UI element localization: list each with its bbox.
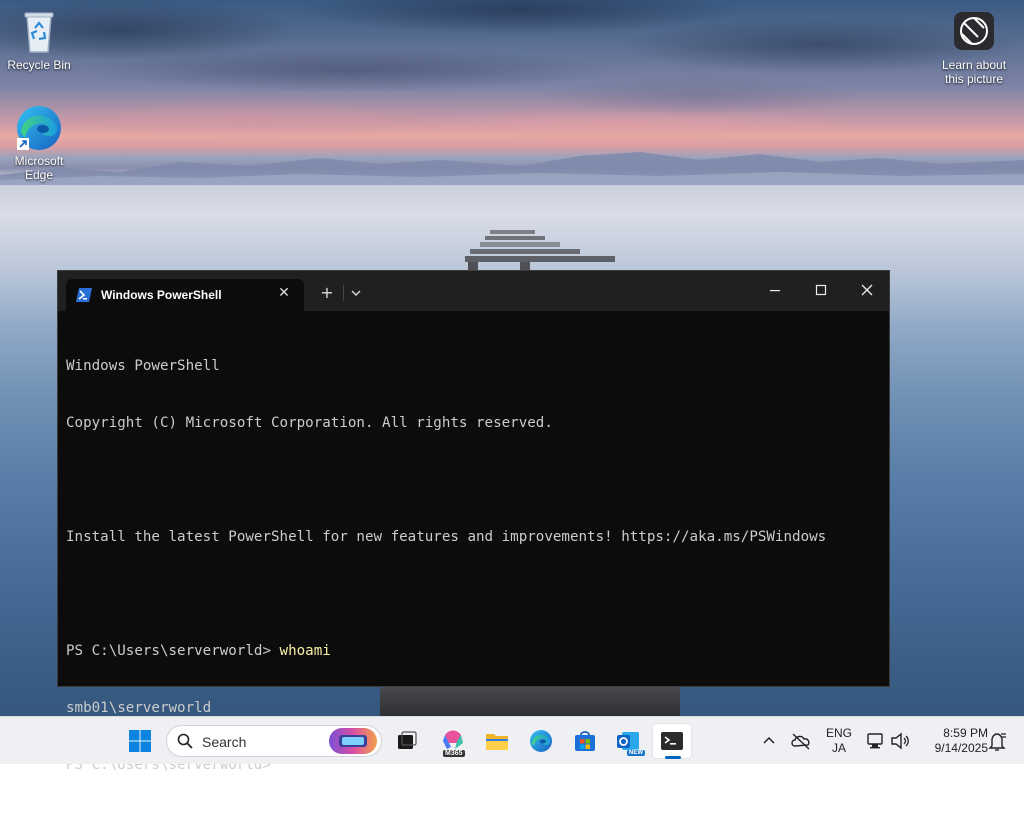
wallpaper-sky	[0, 0, 1024, 150]
minimize-button[interactable]	[752, 271, 798, 311]
outlook-badge: NEW	[627, 750, 645, 756]
desktop-icon-label: Learn about this picture	[941, 58, 1007, 86]
terminal-icon	[660, 729, 684, 753]
store-button[interactable]	[565, 723, 605, 759]
search-box[interactable]: Search	[166, 725, 382, 757]
notification-bell-icon[interactable]	[986, 731, 1008, 753]
m365-badge: M365	[443, 750, 465, 757]
search-icon	[177, 733, 193, 753]
folder-icon	[485, 729, 509, 753]
console-line: Windows PowerShell	[66, 358, 220, 374]
network-icon[interactable]	[866, 731, 886, 751]
desktop-icon-recycle-bin[interactable]: Recycle Bin	[1, 8, 77, 72]
edge-icon	[15, 104, 63, 152]
terminal-window[interactable]: Windows PowerShell ✕ + Windows PowerShel…	[57, 270, 890, 773]
clock-date: 9/14/2025	[934, 741, 988, 755]
search-placeholder: Search	[202, 734, 247, 750]
show-hidden-icons-chevron-icon[interactable]	[760, 731, 778, 751]
dropdown-chevron-icon[interactable]	[342, 279, 370, 307]
clock[interactable]: 8:59 PM 9/14/2025	[918, 726, 988, 756]
prompt: PS C:\Users\serverworld>	[66, 643, 280, 659]
task-view-icon	[395, 729, 419, 753]
close-button[interactable]	[844, 271, 890, 311]
windows-logo-icon	[128, 729, 152, 753]
wallpaper-pier	[465, 230, 615, 270]
console-output[interactable]: Windows PowerShell Copyright (C) Microso…	[66, 319, 881, 773]
outlook-button[interactable]: NEW	[608, 723, 648, 759]
console-prompt-line: PS C:\Users\serverworld> whoami	[66, 642, 881, 661]
tab-windows-powershell[interactable]: Windows PowerShell ✕	[66, 279, 304, 311]
volume-icon[interactable]	[890, 731, 912, 751]
onedrive-offline-icon[interactable]	[790, 731, 812, 751]
desktop-icon-edge[interactable]: Microsoft Edge	[1, 104, 77, 182]
desktop-icon-label: Recycle Bin	[7, 58, 71, 72]
language-indicator[interactable]: ENG JA	[822, 726, 856, 756]
title-bar[interactable]: Windows PowerShell ✕ +	[58, 271, 889, 311]
terminal-taskbar-button[interactable]	[652, 723, 692, 759]
tab-close-icon[interactable]: ✕	[276, 285, 292, 301]
maximize-button[interactable]	[798, 271, 844, 311]
wallpaper-mountains	[0, 152, 1024, 185]
taskbar: Search M365 NEW ENG JA 8:59 PM 9/14/2025	[0, 716, 1024, 764]
command-text: whoami	[279, 643, 331, 659]
tab-title: Windows PowerShell	[101, 288, 222, 302]
console-line: Copyright (C) Microsoft Corporation. All…	[66, 415, 553, 431]
file-explorer-button[interactable]	[477, 723, 517, 759]
powershell-icon	[76, 287, 92, 302]
edge-icon	[529, 729, 553, 753]
recycle-bin-icon	[15, 8, 63, 56]
desktop-icon-label: Microsoft Edge	[14, 154, 64, 182]
active-indicator	[665, 756, 681, 759]
desktop-icon-learn-about-picture[interactable]: Learn about this picture	[936, 12, 1012, 86]
store-icon	[573, 729, 597, 753]
new-tab-button[interactable]: +	[313, 279, 341, 307]
clock-time: 8:59 PM	[943, 726, 988, 740]
search-highlight-image	[329, 728, 377, 754]
language-top: ENG	[825, 726, 852, 740]
language-bottom: JA	[831, 741, 846, 755]
camera-icon	[954, 12, 994, 50]
task-view-button[interactable]	[387, 723, 427, 759]
microsoft-365-button[interactable]: M365	[433, 723, 473, 759]
console-line: Install the latest PowerShell for new fe…	[66, 529, 827, 545]
start-button[interactable]	[120, 723, 160, 759]
edge-taskbar-button[interactable]	[521, 723, 561, 759]
